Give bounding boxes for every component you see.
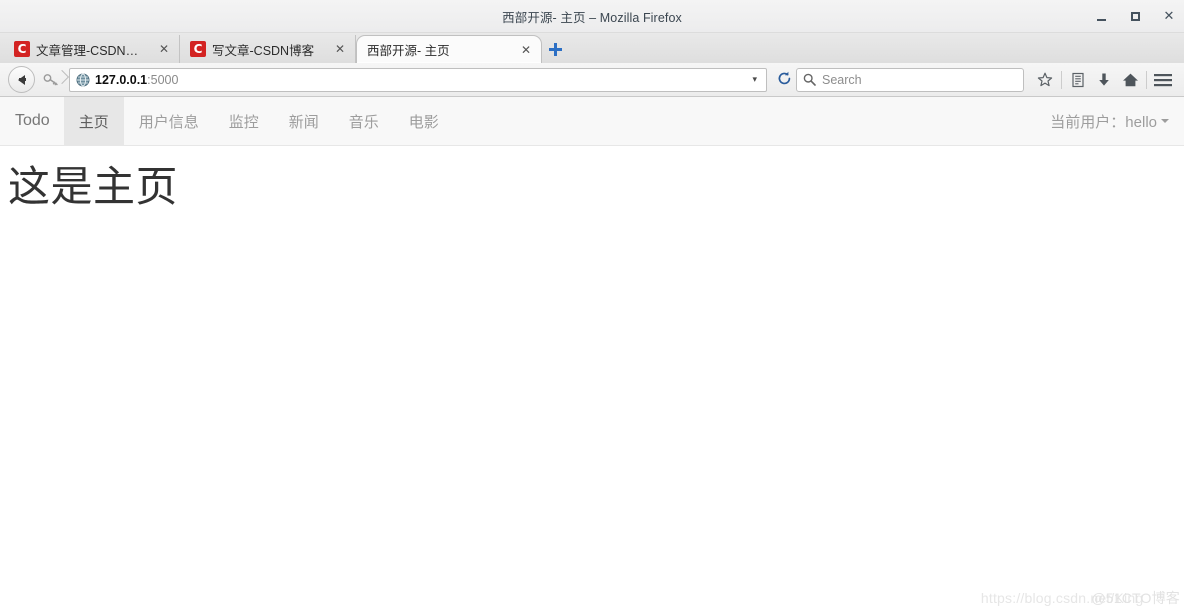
favicon-letter: C [17, 42, 27, 56]
back-arrow-icon [18, 74, 26, 85]
bookmark-star-button[interactable] [1032, 67, 1058, 93]
tab-close-icon[interactable]: ✕ [331, 43, 349, 55]
key-icon [43, 73, 58, 85]
url-dropdown-icon[interactable]: ▾ [747, 75, 762, 84]
downloads-icon [1099, 73, 1109, 86]
close-icon: ✕ [1163, 8, 1175, 24]
minimize-icon [1096, 18, 1106, 21]
reload-icon [778, 71, 791, 84]
url-port: :5000 [147, 72, 179, 87]
tab-close-icon[interactable]: ✕ [155, 43, 173, 55]
star-icon [1037, 72, 1053, 86]
home-icon [1122, 73, 1138, 86]
csdn-favicon-icon: C [190, 41, 206, 57]
toolbar-separator [1061, 70, 1062, 89]
nav-item-home[interactable]: 主页 [63, 97, 124, 145]
chevron-down-icon [1161, 119, 1169, 123]
page-content: 这是主页 [0, 146, 1184, 210]
nav-item-monitor[interactable]: 监控 [214, 97, 274, 145]
navbar-spacer [454, 97, 1036, 145]
url-text: 127.0.0.1:5000 [95, 73, 747, 87]
new-tab-button[interactable] [542, 35, 568, 63]
nav-item-music[interactable]: 音乐 [334, 97, 394, 145]
url-host: 127.0.0.1 [95, 72, 148, 87]
nav-item-user-info[interactable]: 用户信息 [124, 97, 214, 145]
window-titlebar: 西部开源- 主页 – Mozilla Firefox ✕ [0, 0, 1184, 33]
identity-box[interactable] [37, 69, 67, 91]
plus-icon [548, 42, 562, 56]
close-button[interactable]: ✕ [1162, 9, 1176, 23]
nav-item-news[interactable]: 新闻 [274, 97, 334, 145]
browser-toolbar: 127.0.0.1:5000 ▾ Search [0, 63, 1184, 97]
nav-item-movie[interactable]: 电影 [394, 97, 454, 145]
csdn-favicon-icon: C [14, 41, 30, 57]
tab-title: 写文章-CSDN博客 [212, 43, 315, 58]
toolbar-separator [1146, 70, 1147, 89]
tab-title: 文章管理-CSDN博客 [36, 43, 149, 58]
watermark-brand: @51CTO博客 [1091, 590, 1180, 606]
url-bar[interactable]: 127.0.0.1:5000 ▾ [69, 67, 767, 92]
current-user-dropdown[interactable]: 当前用户：hello [1035, 97, 1184, 145]
page-viewport: Todo 主页 用户信息 监控 新闻 音乐 电影 当前用户：hello 这是主页… [0, 97, 1184, 612]
downloads-button[interactable] [1091, 67, 1117, 93]
minimize-button[interactable] [1094, 9, 1108, 23]
window-title: 西部开源- 主页 – Mozilla Firefox [502, 10, 682, 25]
library-icon [1072, 72, 1084, 87]
browser-tab-3-active[interactable]: 西部开源- 主页 ✕ [356, 35, 542, 63]
search-input-placeholder[interactable]: Search [822, 73, 862, 87]
tab-title: 西部开源- 主页 [367, 44, 450, 58]
browser-tab-2[interactable]: C 写文章-CSDN博客 ✕ [180, 35, 356, 63]
menu-icon [1154, 73, 1172, 86]
tab-strip: C 文章管理-CSDN博客 ✕ C 写文章-CSDN博客 ✕ 西部开源- 主页 … [0, 33, 1184, 63]
search-bar[interactable]: Search [796, 67, 1024, 92]
back-button[interactable] [8, 66, 35, 93]
favicon-letter: C [193, 42, 203, 56]
page-title: 这是主页 [8, 163, 179, 210]
reload-button[interactable] [773, 71, 796, 89]
globe-icon [76, 73, 90, 86]
search-icon [803, 73, 816, 86]
browser-tab-1[interactable]: C 文章管理-CSDN博客 ✕ [4, 35, 180, 63]
maximize-icon [1130, 11, 1140, 21]
tab-close-icon[interactable]: ✕ [517, 44, 535, 56]
window-controls: ✕ [1094, 0, 1176, 32]
maximize-button[interactable] [1128, 9, 1142, 23]
home-button[interactable] [1117, 67, 1143, 93]
navbar-brand[interactable]: Todo [0, 97, 64, 145]
watermark: https://blog.csdn.net/King@51CTO博客 [981, 588, 1180, 608]
navbar-nav: 主页 用户信息 监控 新闻 音乐 电影 [63, 97, 454, 145]
firefox-window: 西部开源- 主页 – Mozilla Firefox ✕ C 文章管理-CSDN… [0, 0, 1184, 612]
menu-button[interactable] [1150, 67, 1176, 93]
site-navbar: Todo 主页 用户信息 监控 新闻 音乐 电影 当前用户：hello [0, 97, 1184, 146]
current-user-label: 当前用户：hello [1050, 113, 1157, 131]
library-button[interactable] [1065, 67, 1091, 93]
